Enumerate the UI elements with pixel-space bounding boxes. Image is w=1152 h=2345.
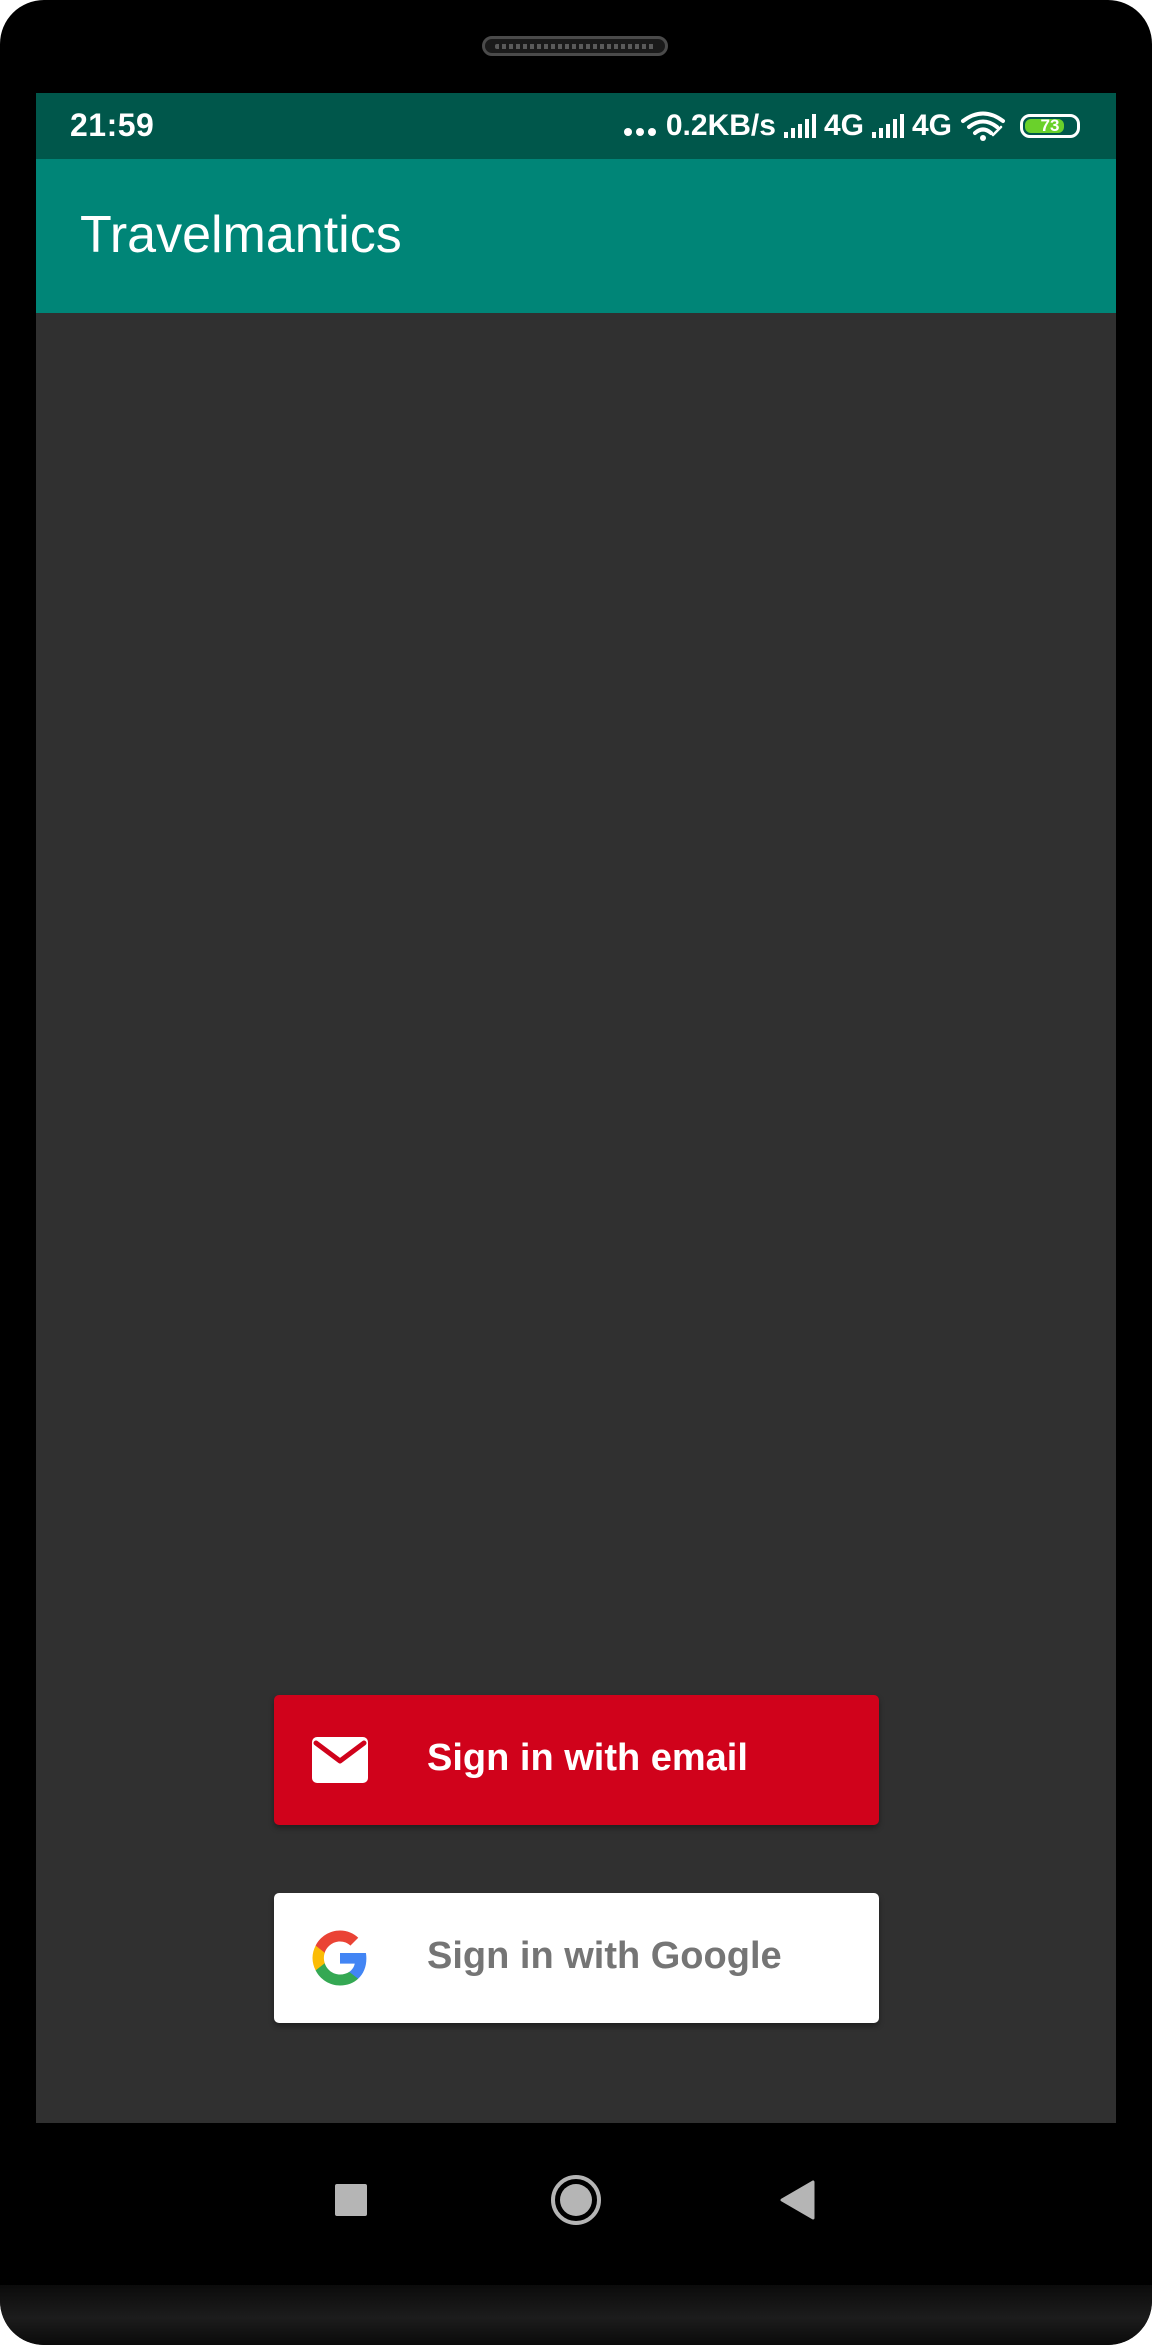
status-bar: 21:59 0.2KB/s 4G 4G 73 xyxy=(36,93,1116,159)
earpiece-speaker xyxy=(482,36,668,56)
sign-in-google-button[interactable]: Sign in with Google xyxy=(274,1893,879,2023)
network-speed: 0.2KB/s xyxy=(665,109,776,142)
status-time: 21:59 xyxy=(70,107,155,143)
sign-in-google-label: Sign in with Google xyxy=(427,1935,782,1977)
notification-dots-icon xyxy=(623,116,656,136)
navigation-bar xyxy=(0,2123,1152,2285)
home-button[interactable] xyxy=(543,2167,609,2233)
battery-icon: 73 xyxy=(1020,114,1080,138)
mail-icon xyxy=(310,1730,370,1790)
battery-level: 73 xyxy=(1040,116,1060,135)
sign-in-email-label: Sign in with email xyxy=(427,1737,748,1779)
app-toolbar: Travelmantics xyxy=(36,159,1116,313)
signal-strength-icon xyxy=(783,114,816,138)
network-type-1: 4G xyxy=(823,109,864,142)
signal-strength-icon xyxy=(871,114,904,138)
back-button[interactable] xyxy=(764,2167,830,2233)
circle-icon xyxy=(551,2175,601,2225)
google-logo-icon xyxy=(310,1928,370,1988)
app-screen: 21:59 0.2KB/s 4G 4G 73 Travelmantics Sig… xyxy=(36,93,1116,2123)
triangle-back-icon xyxy=(780,2180,815,2220)
phone-frame: 21:59 0.2KB/s 4G 4G 73 Travelmantics Sig… xyxy=(0,0,1152,2345)
wifi-icon xyxy=(961,111,1005,141)
network-type-2: 4G xyxy=(911,109,952,142)
phone-bottom-bezel xyxy=(0,2285,1152,2345)
square-icon xyxy=(335,2184,367,2216)
sign-in-email-button[interactable]: Sign in with email xyxy=(274,1695,879,1825)
status-indicators: 0.2KB/s 4G 4G 73 xyxy=(623,103,1080,149)
page-title: Travelmantics xyxy=(80,206,402,264)
recents-button[interactable] xyxy=(318,2167,384,2233)
